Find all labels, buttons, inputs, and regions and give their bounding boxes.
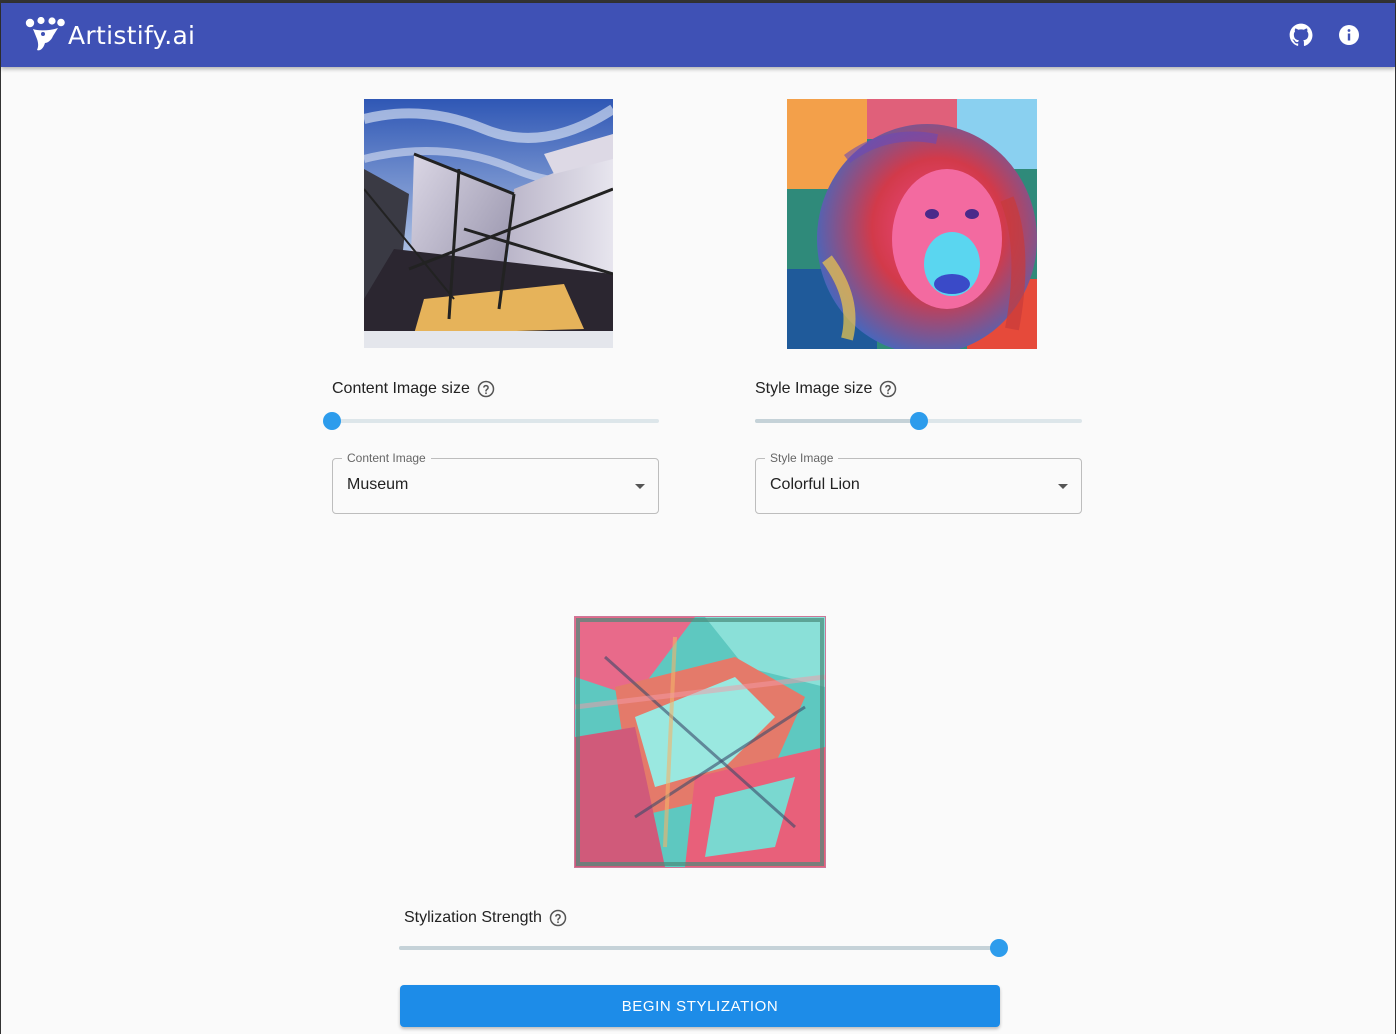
style-size-slider[interactable] [755,411,1082,431]
dropdown-arrow-icon [635,484,645,489]
content-size-label-row: Content Image size [332,380,495,398]
content-image-preview [364,99,613,348]
paw-logo-icon [25,17,65,51]
content-image-select-label: Content Image [342,451,431,465]
slider-thumb[interactable] [909,412,928,430]
brand[interactable]: Artistify.ai [25,17,195,53]
help-icon[interactable] [879,380,897,398]
style-size-label-row: Style Image size [755,380,897,398]
strength-slider[interactable] [399,938,1008,958]
slider-thumb[interactable] [990,939,1008,957]
content-size-slider[interactable] [323,411,659,431]
style-image-select-label: Style Image [765,451,839,465]
slider-rail [332,419,659,423]
info-button[interactable] [1335,21,1363,49]
style-image-select[interactable]: Style Image Colorful Lion [755,451,1082,514]
stylized-output-image [574,616,826,868]
museum-image [364,99,613,348]
slider-track [755,419,919,423]
colorful-lion-image [787,99,1037,349]
slider-thumb[interactable] [323,412,341,430]
style-size-label: Style Image size [755,380,873,397]
strength-label: Stylization Strength [404,909,542,926]
github-button[interactable] [1287,21,1315,49]
github-icon [1289,23,1313,46]
app-window: Artistify.ai Content Image size Style Im… [0,0,1396,1034]
content-image-select[interactable]: Content Image Museum [332,451,659,514]
dropdown-arrow-icon [1058,484,1068,489]
content-image-select-value: Museum [347,476,409,493]
help-icon[interactable] [549,909,567,927]
stylized-image [575,617,825,867]
begin-stylization-button[interactable]: BEGIN STYLIZATION [400,985,1000,1027]
slider-track [399,946,999,950]
content-size-label: Content Image size [332,380,470,397]
app-title: Artistify.ai [68,20,196,50]
info-icon [1339,25,1359,45]
help-icon[interactable] [477,380,495,398]
style-image-select-value: Colorful Lion [770,476,860,493]
app-bar: Artistify.ai [1,3,1395,67]
style-image-preview [787,99,1037,349]
strength-label-row: Stylization Strength [404,909,567,927]
